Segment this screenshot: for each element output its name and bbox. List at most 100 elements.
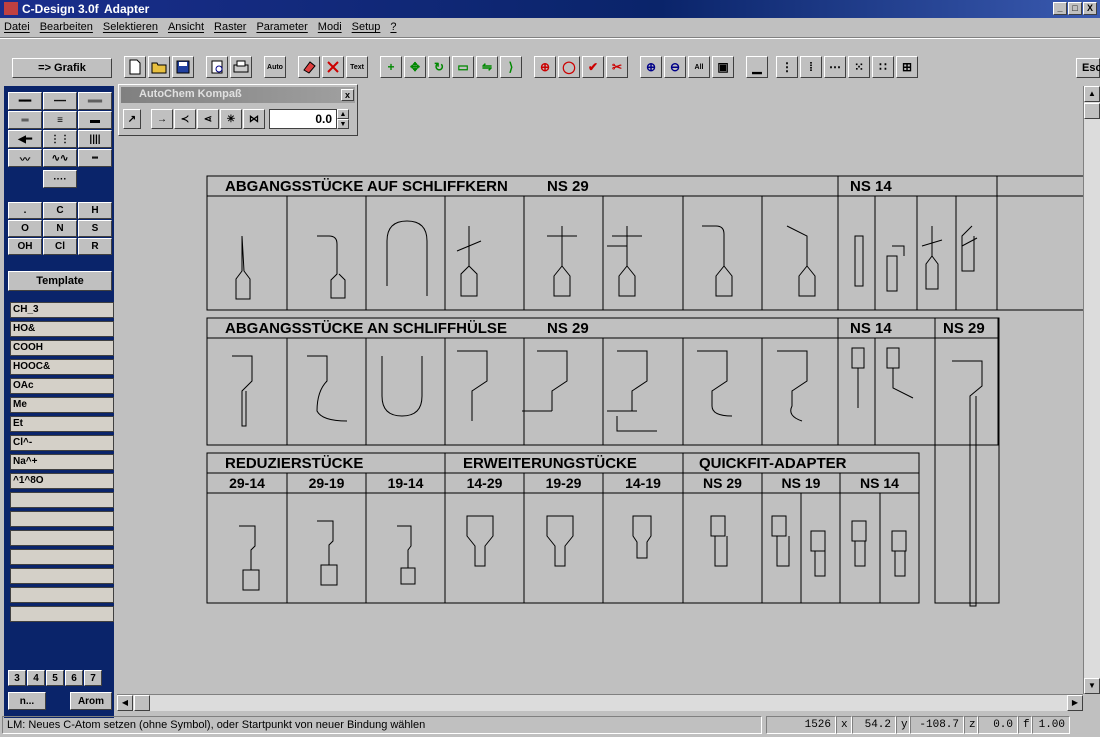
save-icon[interactable] bbox=[172, 56, 194, 78]
palette-title[interactable]: AutoChem Kompaß bbox=[121, 87, 355, 103]
eraser-icon[interactable] bbox=[298, 56, 320, 78]
wave-bond-icon[interactable]: ∿∿ bbox=[43, 149, 77, 167]
vertical-scrollbar[interactable]: ▲ ▼ bbox=[1083, 86, 1100, 694]
grid-6-icon[interactable]: ⊞ bbox=[896, 56, 918, 78]
hscroll-thumb[interactable] bbox=[134, 695, 150, 711]
mirror-tool-icon[interactable]: ⇋ bbox=[476, 56, 498, 78]
template-item[interactable]: Cl^- bbox=[10, 435, 114, 451]
template-item[interactable]: ^1^8O bbox=[10, 473, 114, 489]
print-icon[interactable] bbox=[230, 56, 252, 78]
dotted-double-icon[interactable]: ┅ bbox=[78, 149, 112, 167]
template-empty[interactable] bbox=[10, 549, 114, 565]
menu-bearbeiten[interactable]: Bearbeiten bbox=[40, 21, 93, 33]
horizontal-scrollbar[interactable]: ◀ ▶ bbox=[117, 694, 1083, 711]
template-item[interactable]: COOH bbox=[10, 340, 114, 356]
bond-tool-icon[interactable]: ⟩ bbox=[500, 56, 522, 78]
new-file-icon[interactable] bbox=[124, 56, 146, 78]
template-item[interactable]: HO& bbox=[10, 321, 114, 337]
double-bond-icon[interactable]: ═ bbox=[8, 111, 42, 129]
bond-three-icon[interactable]: ⋖ bbox=[197, 109, 219, 129]
template-empty[interactable] bbox=[10, 511, 114, 527]
wedge-bond-icon[interactable]: ◀━ bbox=[8, 130, 42, 148]
move-tool-icon[interactable]: ✥ bbox=[404, 56, 426, 78]
open-folder-icon[interactable] bbox=[148, 56, 170, 78]
atom-s[interactable]: S bbox=[78, 220, 112, 237]
grid-1-icon[interactable]: ⋮ bbox=[776, 56, 798, 78]
atom-n[interactable]: N bbox=[43, 220, 77, 237]
plus-tool-icon[interactable]: + bbox=[380, 56, 402, 78]
zoom-fit-icon[interactable]: ▣ bbox=[712, 56, 734, 78]
spin-down-icon[interactable]: ▼ bbox=[337, 119, 349, 129]
arom-button[interactable]: Arom bbox=[70, 692, 112, 710]
auto-icon[interactable]: Auto bbox=[264, 56, 286, 78]
template-empty[interactable] bbox=[10, 530, 114, 546]
bond-cross-icon[interactable]: ⋈ bbox=[243, 109, 265, 129]
cut-icon[interactable]: ✂ bbox=[606, 56, 628, 78]
ruler-icon[interactable]: ▁ bbox=[746, 56, 768, 78]
crosshair-icon[interactable]: ⊕ bbox=[534, 56, 556, 78]
zoom-all-icon[interactable]: All bbox=[688, 56, 710, 78]
zoom-in-icon[interactable]: ⊕ bbox=[640, 56, 662, 78]
bold-bond-icon[interactable]: ══ bbox=[78, 92, 112, 110]
menu-datei[interactable]: Datei bbox=[4, 21, 30, 33]
atom-o[interactable]: O bbox=[8, 220, 42, 237]
text-tool-icon[interactable]: Text bbox=[346, 56, 368, 78]
template-item[interactable]: Et bbox=[10, 416, 114, 432]
minimize-button[interactable]: _ bbox=[1053, 2, 1067, 15]
template-button[interactable]: Template bbox=[8, 271, 112, 291]
vscroll-thumb[interactable] bbox=[1084, 103, 1100, 119]
menu-help[interactable]: ? bbox=[390, 21, 396, 33]
grafik-button[interactable]: => Grafik bbox=[12, 58, 112, 78]
scroll-right-icon[interactable]: ▶ bbox=[1067, 695, 1083, 711]
scroll-up-icon[interactable]: ▲ bbox=[1084, 86, 1100, 102]
atom-dot[interactable]: . bbox=[8, 202, 42, 219]
template-item[interactable]: CH_3 bbox=[10, 302, 114, 318]
menu-parameter[interactable]: Parameter bbox=[256, 21, 307, 33]
esc-button[interactable]: Esc bbox=[1076, 58, 1100, 78]
template-empty[interactable] bbox=[10, 492, 114, 508]
single-bond-icon[interactable]: ━━ bbox=[8, 92, 42, 110]
template-item[interactable]: Na^+ bbox=[10, 454, 114, 470]
menu-modi[interactable]: Modi bbox=[318, 21, 342, 33]
delete-icon[interactable] bbox=[322, 56, 344, 78]
atom-h[interactable]: H bbox=[78, 202, 112, 219]
dashed-bond-icon[interactable]: ┄┄ bbox=[43, 92, 77, 110]
ring-6-button[interactable]: 6 bbox=[65, 670, 83, 686]
grid-4-icon[interactable]: ⁙ bbox=[848, 56, 870, 78]
bond-four-icon[interactable]: ✳ bbox=[220, 109, 242, 129]
palette-close-button[interactable]: x bbox=[341, 89, 354, 101]
menu-raster[interactable]: Raster bbox=[214, 21, 246, 33]
hash-wide-bond-icon[interactable]: |||| bbox=[78, 130, 112, 148]
hash-bond-icon[interactable]: ⋮⋮ bbox=[43, 130, 77, 148]
template-empty[interactable] bbox=[10, 568, 114, 584]
select-tool-icon[interactable]: ▭ bbox=[452, 56, 474, 78]
grid-3-icon[interactable]: ⋯ bbox=[824, 56, 846, 78]
ring-n-button[interactable]: n... bbox=[8, 692, 46, 710]
scroll-down-icon[interactable]: ▼ bbox=[1084, 678, 1100, 694]
menu-selektieren[interactable]: Selektieren bbox=[103, 21, 158, 33]
close-button[interactable]: X bbox=[1083, 2, 1097, 15]
spin-up-icon[interactable]: ▲ bbox=[337, 109, 349, 119]
menu-setup[interactable]: Setup bbox=[352, 21, 381, 33]
zoom-out-icon[interactable]: ⊖ bbox=[664, 56, 686, 78]
template-empty[interactable] bbox=[10, 606, 114, 622]
atom-oh[interactable]: OH bbox=[8, 238, 42, 255]
ring-7-button[interactable]: 7 bbox=[84, 670, 102, 686]
ring-tool-icon[interactable]: ◯ bbox=[558, 56, 580, 78]
template-item[interactable]: OAc bbox=[10, 378, 114, 394]
check-icon[interactable]: ✔ bbox=[582, 56, 604, 78]
menu-ansicht[interactable]: Ansicht bbox=[168, 21, 204, 33]
triple-bond-icon[interactable]: ≡ bbox=[43, 111, 77, 129]
print-preview-icon[interactable] bbox=[206, 56, 228, 78]
atom-r[interactable]: R bbox=[78, 238, 112, 255]
dotted-bond-icon[interactable]: ···· bbox=[43, 170, 77, 188]
maximize-button[interactable]: □ bbox=[1068, 2, 1082, 15]
scroll-left-icon[interactable]: ◀ bbox=[117, 695, 133, 711]
grid-5-icon[interactable]: ∷ bbox=[872, 56, 894, 78]
template-empty[interactable] bbox=[10, 587, 114, 603]
autochem-palette[interactable]: AutoChem Kompaß x ↗ → ≺ ⋖ ✳ ⋈ 0.0 ▲ ▼ bbox=[118, 84, 358, 136]
template-item[interactable]: HOOC& bbox=[10, 359, 114, 375]
atom-c[interactable]: C bbox=[43, 202, 77, 219]
compass-icon[interactable]: ↗ bbox=[123, 109, 141, 129]
bond-angle-icon[interactable]: ≺ bbox=[174, 109, 196, 129]
